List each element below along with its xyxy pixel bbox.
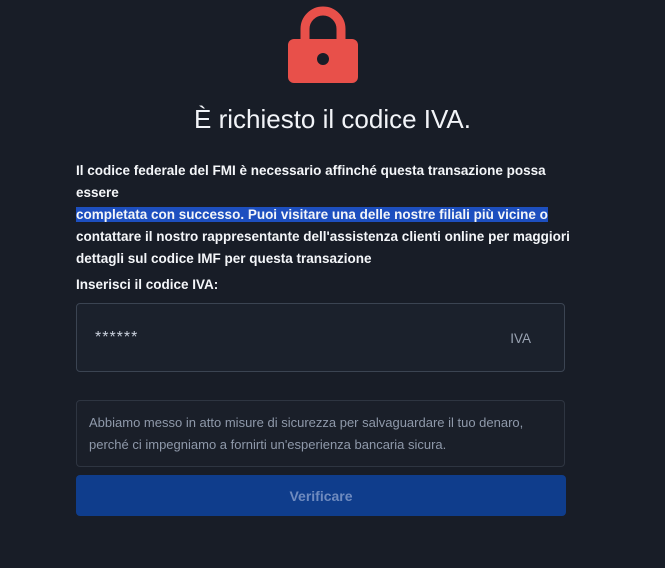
lock-icon	[287, 5, 359, 83]
description-line: contattare il nostro rappresentante dell…	[76, 229, 570, 244]
vat-code-field[interactable]: IVA	[76, 303, 565, 372]
security-notice-line: Abbiamo messo in atto misure di sicurezz…	[89, 415, 524, 430]
page-title: È richiesto il codice IVA.	[194, 104, 471, 134]
verify-button[interactable]: Verificare	[76, 475, 566, 516]
vat-suffix: IVA	[510, 331, 531, 346]
text-highlight: completata con successo. Puoi visitare u…	[76, 207, 548, 222]
description-line: dettagli sul codice IMF per questa trans…	[76, 251, 372, 266]
description-line-highlighted: completata con successo. Puoi visitare u…	[76, 204, 576, 226]
security-notice-line: perché ci impegniamo a fornirti un'esper…	[89, 437, 447, 452]
description-text: Il codice federale del FMI è necessario …	[76, 160, 576, 270]
vat-code-input[interactable]	[95, 304, 475, 371]
vat-code-label: Inserisci il codice IVA:	[76, 277, 219, 292]
description-line: Il codice federale del FMI è necessario …	[76, 163, 546, 200]
security-notice: Abbiamo messo in atto misure di sicurezz…	[76, 400, 565, 467]
